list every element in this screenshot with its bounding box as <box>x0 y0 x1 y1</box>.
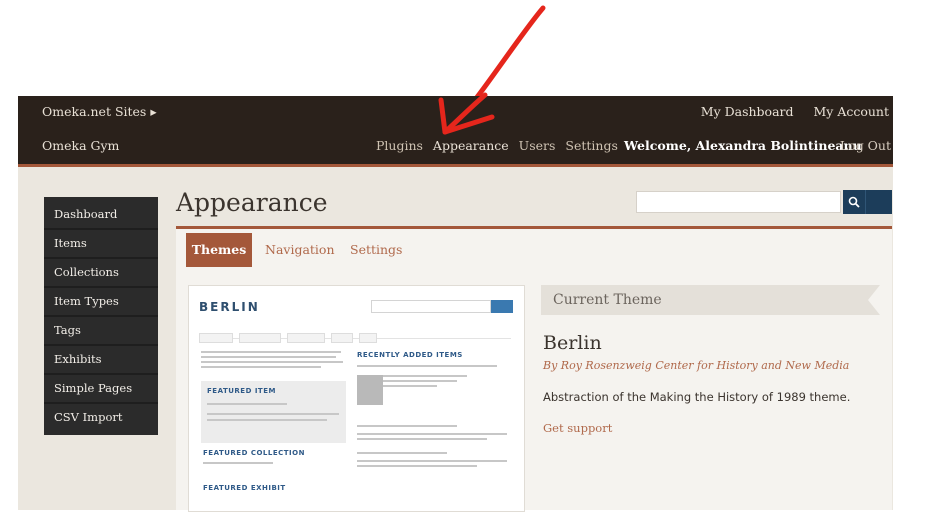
sidebar-item-simple-pages[interactable]: Simple Pages <box>44 375 158 404</box>
search-input[interactable] <box>636 191 841 213</box>
preview-recent-items-heading: RECENTLY ADDED ITEMS <box>357 351 463 359</box>
sidebar-item-csv-import[interactable]: CSV Import <box>44 404 158 431</box>
site-nav-bar: Omeka Gym Plugins Appearance Users Setti… <box>18 126 893 167</box>
red-arrow-annotation <box>471 5 546 100</box>
nav-settings[interactable]: Settings <box>565 138 617 153</box>
my-account-link[interactable]: My Account <box>813 104 889 119</box>
nav-users[interactable]: Users <box>519 138 556 153</box>
theme-preview-thumbnail[interactable]: BERLIN FEATURED ITEM FEATURED COLLECTION… <box>188 285 525 512</box>
search-options-button[interactable] <box>865 190 892 214</box>
preview-featured-exhibit-heading: FEATURED EXHIBIT <box>203 484 286 492</box>
get-support-link[interactable]: Get support <box>543 421 612 435</box>
preview-search-button <box>491 300 513 313</box>
sidebar-item-collections[interactable]: Collections <box>44 259 158 288</box>
preview-featured-collection-heading: FEATURED COLLECTION <box>203 449 305 457</box>
sidebar-item-item-types[interactable]: Item Types <box>44 288 158 317</box>
current-theme-author-link[interactable]: By Roy Rosenzweig Center for History and… <box>543 359 849 372</box>
preview-intro-text <box>201 351 346 371</box>
preview-item-thumbnail <box>357 375 383 405</box>
nav-appearance[interactable]: Appearance <box>433 138 509 153</box>
global-top-bar: Omeka.net Sites ▸ My Dashboard My Accoun… <box>18 96 893 126</box>
heading-ribbon-end <box>868 285 880 315</box>
nav-plugins[interactable]: Plugins <box>376 138 423 153</box>
current-theme-description: Abstraction of the Making the History of… <box>543 390 851 404</box>
welcome-text: Welcome, Alexandra Bolintineanu <box>624 138 862 153</box>
preview-featured-item: FEATURED ITEM <box>201 381 346 443</box>
tab-navigation[interactable]: Navigation <box>265 233 335 267</box>
site-name-link[interactable]: Omeka Gym <box>42 138 119 153</box>
page-title: Appearance <box>176 188 328 217</box>
logout-link[interactable]: Log Out <box>840 138 891 153</box>
preview-recent-items: RECENTLY ADDED ITEMS <box>357 351 512 470</box>
preview-search <box>371 300 491 313</box>
magnifier-icon <box>848 196 860 208</box>
preview-brand: BERLIN <box>199 300 260 314</box>
my-dashboard-link[interactable]: My Dashboard <box>701 104 794 119</box>
current-theme-heading: Current Theme <box>541 285 868 315</box>
admin-sidebar: Dashboard Items Collections Item Types T… <box>44 197 158 435</box>
current-theme-name: Berlin <box>543 332 602 354</box>
tab-settings[interactable]: Settings <box>350 233 402 267</box>
sidebar-item-dashboard[interactable]: Dashboard <box>44 201 158 230</box>
sites-menu[interactable]: Omeka.net Sites ▸ <box>42 104 157 119</box>
title-rule <box>176 226 892 229</box>
admin-nav: Plugins Appearance Users Settings <box>376 138 624 153</box>
tab-themes[interactable]: Themes <box>186 233 252 267</box>
account-links: My Dashboard My Account <box>685 104 889 119</box>
sidebar-item-items[interactable]: Items <box>44 230 158 259</box>
preview-featured-item-heading: FEATURED ITEM <box>207 387 276 395</box>
sidebar-item-exhibits[interactable]: Exhibits <box>44 346 158 375</box>
search-button[interactable] <box>843 190 865 214</box>
sidebar-item-tags[interactable]: Tags <box>44 317 158 346</box>
preview-nav <box>199 328 511 343</box>
